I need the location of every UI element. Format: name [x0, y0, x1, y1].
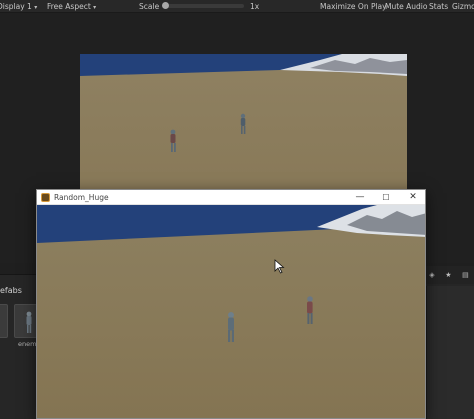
player-game-render[interactable] [37, 205, 425, 418]
scale-slider-thumb[interactable] [162, 2, 169, 9]
aspect-label: Free Aspect [47, 2, 91, 11]
gizmos-dropdown[interactable]: Gizmos [452, 1, 474, 12]
prefab-thumbnail[interactable] [0, 304, 8, 338]
scale-label: Scale [139, 2, 160, 11]
mute-audio-toggle[interactable]: Mute Audio [385, 1, 427, 12]
caret-down-icon: ▾ [34, 4, 38, 11]
player-window[interactable]: Random_Huge — ☐ ✕ [36, 189, 426, 419]
tag-icon[interactable]: ◈ [429, 271, 434, 279]
aspect-dropdown[interactable]: Free Aspect ▾ [47, 1, 96, 12]
minimize-button[interactable]: — [349, 190, 371, 205]
caret-down-icon: ▾ [93, 4, 97, 11]
right-dock-panel [426, 286, 474, 419]
game-view-toolbar: Display 1 ▾ Free Aspect ▾ Scale 1x Maxim… [0, 0, 474, 13]
player-window-title: Random_Huge [54, 193, 109, 202]
prefabs-folder-label: efabs [0, 286, 22, 295]
stats-toggle[interactable]: Stats [429, 1, 448, 12]
display-dropdown[interactable]: Display 1 ▾ [0, 1, 37, 12]
star-icon[interactable]: ★ [445, 271, 451, 279]
panel-icons: ◈ ★ ▤ [424, 266, 474, 284]
maximize-on-play-toggle[interactable]: Maximize On Play [320, 1, 387, 12]
player-window-titlebar[interactable]: Random_Huge — ☐ ✕ [37, 190, 425, 205]
player-scene-graphic [37, 205, 425, 418]
layers-icon[interactable]: ▤ [462, 271, 469, 279]
prefab-name-label: enem [18, 340, 37, 348]
maximize-button[interactable]: ☐ [375, 190, 397, 205]
scale-slider[interactable] [162, 2, 244, 9]
display-label: Display 1 [0, 2, 32, 11]
scale-value: 1x [250, 2, 260, 11]
close-button[interactable]: ✕ [402, 190, 424, 205]
app-icon [41, 193, 50, 202]
